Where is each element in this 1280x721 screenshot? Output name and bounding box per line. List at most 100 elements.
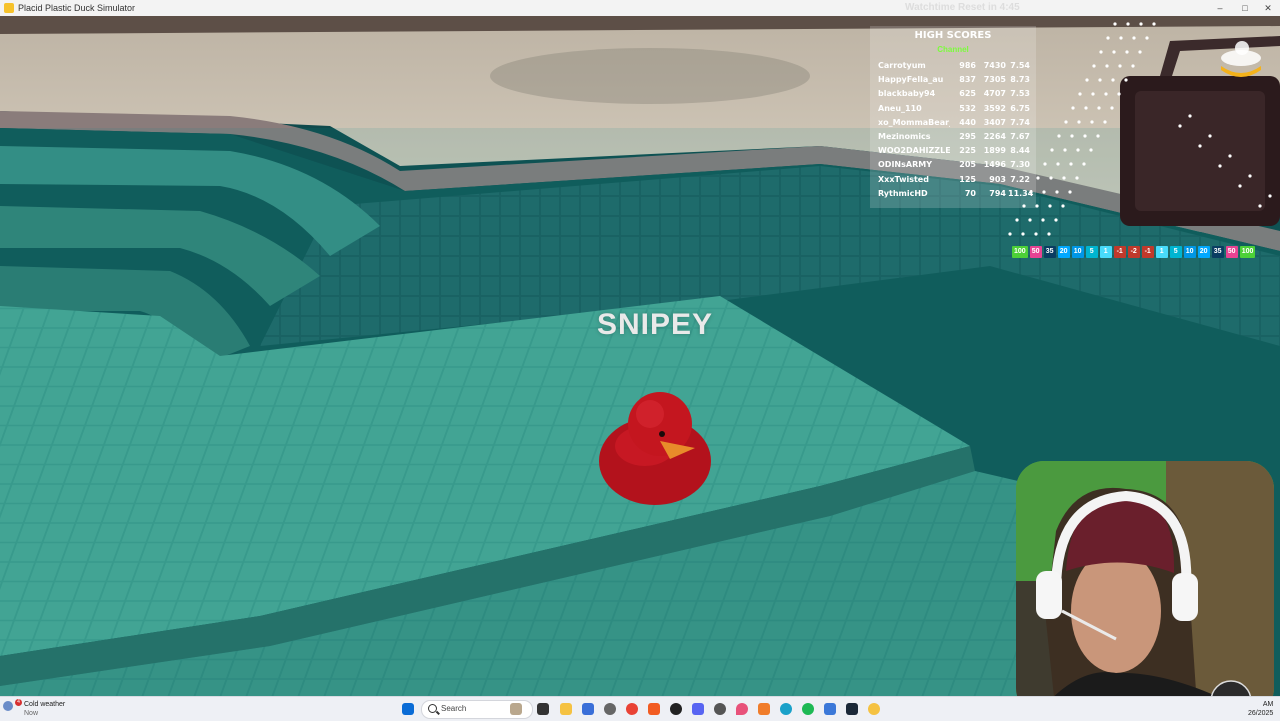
high-score-player-name: xo_MommaBear_o <box>878 117 950 127</box>
high-score-value-c: 6.75 <box>1010 103 1030 113</box>
duck-game-icon[interactable] <box>868 703 880 715</box>
value-chip: 100 <box>1239 246 1256 258</box>
clock-date: 26/2025 <box>1248 710 1274 717</box>
value-chip: -1 <box>1113 246 1126 258</box>
high-score-value-b: 7305 <box>983 75 1006 85</box>
high-score-row: ODINsARMY 205 1496 7.30 <box>878 160 1030 172</box>
settings-gear-icon[interactable] <box>714 703 726 715</box>
high-scores-title: HIGH SCORES <box>914 30 992 41</box>
value-chip: 20 <box>1057 246 1070 258</box>
value-chip: 1 <box>1099 246 1112 258</box>
high-score-value-c: 7.74 <box>1010 117 1030 127</box>
value-chip: 20 <box>1197 246 1210 258</box>
settings-icon[interactable] <box>604 703 616 715</box>
high-score-value-a: 532 <box>959 103 976 113</box>
file-explorer-icon[interactable] <box>560 703 572 715</box>
taskview-icon[interactable] <box>537 703 549 715</box>
high-score-row: WOO2DAHIZZLE 225 1899 8.44 <box>878 146 1030 158</box>
value-chip: 100 <box>1012 246 1028 258</box>
notepad-icon[interactable] <box>758 703 770 715</box>
high-score-value-b: 3407 <box>983 117 1006 127</box>
high-score-player-name: Aneu_110 <box>878 103 922 113</box>
high-score-row: XxxTwisted 125 903 7.22 <box>878 175 1030 187</box>
high-score-player-name: HappyFella_au <box>878 75 944 85</box>
high-score-value-b: 1899 <box>983 146 1006 156</box>
high-score-row: Mezinomics 295 2264 7.67 <box>878 132 1030 144</box>
webcam-overlay <box>1016 461 1274 716</box>
high-score-row: xo_MommaBear_o 440 3407 7.74 <box>878 118 1030 130</box>
value-chip: 10 <box>1183 246 1196 258</box>
duck-logo-icon <box>1221 41 1261 77</box>
value-chip: 10 <box>1071 246 1084 258</box>
weather-title: Cold weather <box>24 701 66 708</box>
high-score-player-name: XxxTwisted <box>878 174 929 184</box>
value-chip: 5 <box>1169 246 1182 258</box>
high-score-value-c: 8.44 <box>1010 146 1030 156</box>
high-score-value-c: 7.54 <box>1010 61 1030 70</box>
maps-pin-icon[interactable] <box>736 703 748 715</box>
obs-icon[interactable] <box>670 703 682 715</box>
store-icon[interactable] <box>824 703 836 715</box>
high-score-value-a: 70 <box>964 188 976 198</box>
high-score-value-b: 1496 <box>983 160 1006 170</box>
value-chip: 50 <box>1029 246 1042 258</box>
copilot-icon <box>510 703 522 715</box>
search-input[interactable]: Search <box>421 700 533 719</box>
value-chip: 35 <box>1211 246 1224 258</box>
duck-name-label: SNIPEY <box>596 308 714 341</box>
watchtime-reset-text: Watchtime Reset in 4:45 <box>905 2 1020 13</box>
start-icon[interactable] <box>402 703 414 715</box>
high-score-value-c: 8.73 <box>1010 75 1030 85</box>
high-score-row: Carrotyum 986 7430 7.54 <box>878 61 1030 73</box>
high-score-player-name: RythmicHD <box>878 188 928 198</box>
steam-icon[interactable] <box>846 703 858 715</box>
discord-icon[interactable] <box>692 703 704 715</box>
high-score-row: blackbaby94 625 4707 7.53 <box>878 89 1030 101</box>
value-chip: -1 <box>1141 246 1154 258</box>
value-chip: 35 <box>1043 246 1056 258</box>
high-score-value-a: 225 <box>959 146 976 156</box>
value-chip: 50 <box>1225 246 1238 258</box>
high-score-value-b: 7430 <box>983 61 1006 70</box>
high-score-player-name: Carrotyum <box>878 61 926 70</box>
high-score-value-c: 7.30 <box>1010 160 1030 170</box>
high-score-value-a: 205 <box>959 160 976 170</box>
high-score-player-name: WOO2DAHIZZLE <box>878 146 950 156</box>
high-score-row: Aneu_110 532 3592 6.75 <box>878 104 1030 116</box>
value-chip: -2 <box>1127 246 1140 258</box>
system-clock[interactable]: AM 26/2025 <box>1248 700 1273 718</box>
high-score-value-b: 794 <box>989 188 1006 198</box>
high-score-value-b: 4707 <box>983 89 1006 99</box>
high-score-value-a: 986 <box>959 61 976 70</box>
high-score-row: RythmicHD 70 794 11.34 <box>878 188 1033 201</box>
brave-icon[interactable] <box>648 703 660 715</box>
high-score-value-b: 2264 <box>983 132 1006 141</box>
high-score-player-name: Mezinomics <box>878 132 931 141</box>
high-score-value-b: 903 <box>989 174 1006 184</box>
high-score-row: HappyFella_au 837 7305 8.73 <box>878 75 1030 87</box>
value-chip-row: 100 50 35 20 10 5 1 -1 -2 -1 1 5 10 20 35 50 100 <box>1012 246 1256 258</box>
high-score-player-name: blackbaby94 <box>878 89 936 99</box>
spotify-icon[interactable] <box>802 703 814 715</box>
high-score-value-a: 295 <box>959 132 976 141</box>
weather-icon[interactable] <box>3 701 13 711</box>
minimize-button[interactable]: – <box>1208 0 1232 16</box>
maximize-button[interactable]: □ <box>1233 0 1257 16</box>
high-score-value-b: 3592 <box>983 103 1006 113</box>
value-chip: 5 <box>1085 246 1098 258</box>
high-score-value-a: 125 <box>959 174 976 184</box>
weather-subtitle: Now <box>24 710 39 717</box>
edge-icon[interactable] <box>780 703 792 715</box>
clock-time: AM <box>1262 701 1274 708</box>
close-button[interactable]: ✕ <box>1256 0 1280 16</box>
high-scores-subtitle: Channel <box>937 45 969 54</box>
search-icon <box>428 704 437 713</box>
high-score-value-a: 625 <box>959 89 976 99</box>
weather-widget[interactable]: Cold weather Now <box>14 700 65 718</box>
high-score-value-a: 837 <box>959 75 976 85</box>
high-score-value-c: 7.22 <box>1010 174 1030 184</box>
chrome-icon[interactable] <box>626 703 638 715</box>
window-title: Placid Plastic Duck Simulator <box>18 3 136 13</box>
search-placeholder: Search <box>441 704 467 713</box>
photos-icon[interactable] <box>582 703 594 715</box>
